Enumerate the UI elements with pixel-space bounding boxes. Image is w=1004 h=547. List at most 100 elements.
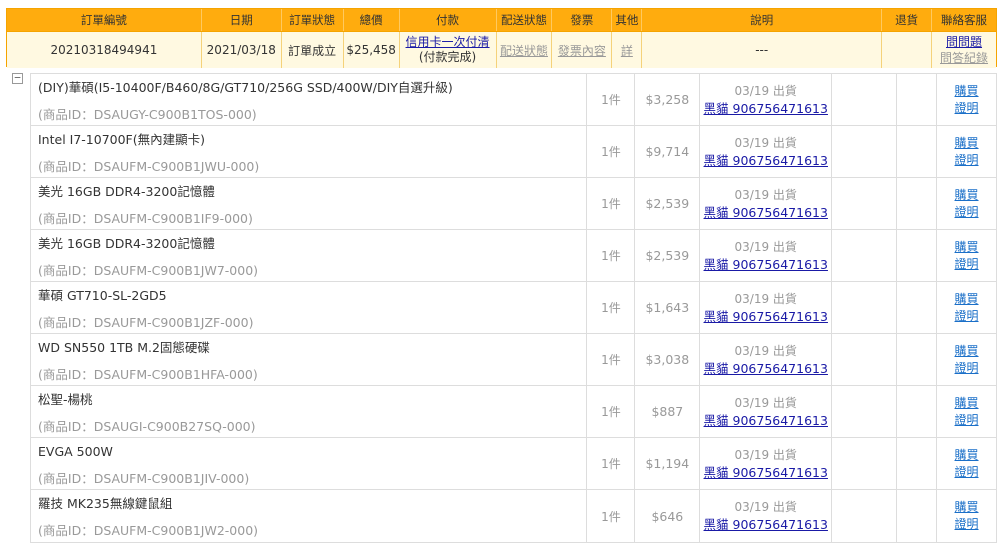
item-sku: (商品ID：DSAUGY-C900B1TOS-000) (38, 107, 257, 122)
item-sku: (商品ID：DSAUFM-C900B1IF9-000) (38, 211, 253, 226)
item-name-cell: 松聖-楊桃 (商品ID：DSAUGI-C900B27SQ-000) (31, 386, 588, 437)
payment-method-link[interactable]: 信用卡一次付清 (406, 35, 490, 50)
item-shipping-cell: 03/19 出貨 黑貓 906756471613 (700, 334, 833, 385)
col-invoice: 發票 (552, 9, 613, 31)
ship-date: 03/19 出貨 (734, 291, 797, 306)
purchase-proof-link[interactable]: 證明 (955, 464, 979, 481)
tracking-link[interactable]: 黑貓 906756471613 (704, 256, 828, 273)
purchase-proof-link[interactable]: 證明 (955, 204, 979, 221)
item-price: $9,714 (635, 126, 701, 177)
item-name-cell: WD SN550 1TB M.2固態硬碟 (商品ID：DSAUFM-C900B1… (31, 334, 588, 385)
invoice-cell: 發票內容 (552, 32, 613, 68)
item-name-cell: 華碩 GT710-SL-2GD5 (商品ID：DSAUFM-C900B1JZF-… (31, 282, 588, 333)
item-row: 羅技 MK235無線鍵鼠組 (商品ID：DSAUFM-C900B1JW2-000… (31, 490, 996, 542)
item-return-cell (897, 334, 938, 385)
tracking-link[interactable]: 黑貓 906756471613 (704, 204, 828, 221)
item-quantity: 1件 (587, 74, 636, 125)
item-name-cell: EVGA 500W (商品ID：DSAUFM-C900B1JIV-000) (31, 438, 588, 489)
purchase-proof-link[interactable]: 證明 (955, 308, 979, 325)
item-shipping-cell: 03/19 出貨 黑貓 906756471613 (700, 490, 833, 542)
item-row: 美光 16GB DDR4-3200記憶體 (商品ID：DSAUFM-C900B1… (31, 178, 996, 230)
buy-again-link[interactable]: 購買 (955, 239, 979, 256)
qa-history-link[interactable]: 問答紀錄 (940, 50, 988, 66)
ask-question-link[interactable]: 問問題 (946, 34, 982, 50)
item-name: 羅技 MK235無線鍵鼠組 (38, 496, 173, 511)
item-shipping-cell: 03/19 出貨 黑貓 906756471613 (700, 178, 833, 229)
tracking-link[interactable]: 黑貓 906756471613 (704, 464, 828, 481)
buy-again-link[interactable]: 購買 (955, 343, 979, 360)
item-shipping-cell: 03/19 出貨 黑貓 906756471613 (700, 386, 833, 437)
item-return-cell (897, 386, 938, 437)
ship-date: 03/19 出貨 (734, 239, 797, 254)
order-total: $25,458 (344, 32, 400, 68)
order-date: 2021/03/18 (202, 32, 282, 68)
purchase-proof-link[interactable]: 證明 (955, 152, 979, 169)
order-note: --- (642, 32, 883, 68)
tracking-link[interactable]: 黑貓 906756471613 (704, 308, 828, 325)
ship-date: 03/19 出貨 (734, 500, 797, 514)
item-row: 松聖-楊桃 (商品ID：DSAUGI-C900B27SQ-000) 1件 $88… (31, 386, 996, 438)
payment-status: (付款完成) (418, 50, 477, 64)
item-note-cell (832, 490, 898, 542)
item-return-cell (897, 178, 938, 229)
tracking-link[interactable]: 黑貓 906756471613 (704, 516, 828, 533)
buy-again-link[interactable]: 購買 (955, 291, 979, 308)
item-shipping-cell: 03/19 出貨 黑貓 906756471613 (700, 126, 833, 177)
tracking-link[interactable]: 黑貓 906756471613 (704, 100, 828, 117)
ship-date: 03/19 出貨 (734, 83, 797, 98)
purchase-proof-link[interactable]: 證明 (955, 412, 979, 429)
col-shipping-status: 配送狀態 (497, 9, 553, 31)
item-quantity: 1件 (587, 334, 636, 385)
item-actions-cell: 購買 證明 (937, 386, 996, 437)
item-name-cell: 美光 16GB DDR4-3200記憶體 (商品ID：DSAUFM-C900B1… (31, 178, 588, 229)
item-actions-cell: 購買 證明 (937, 334, 996, 385)
ship-date: 03/19 出貨 (734, 447, 797, 462)
item-name: Intel I7-10700F(無內建顯卡) (38, 132, 206, 147)
item-quantity: 1件 (587, 178, 636, 229)
item-quantity: 1件 (587, 386, 636, 437)
item-return-cell (897, 126, 938, 177)
item-sku: (商品ID：DSAUGI-C900B27SQ-000) (38, 419, 256, 434)
item-name: 華碩 GT710-SL-2GD5 (38, 288, 167, 303)
buy-again-link[interactable]: 購買 (955, 395, 979, 412)
return-cell (882, 32, 933, 68)
purchase-proof-link[interactable]: 證明 (955, 516, 979, 533)
buy-again-link[interactable]: 購買 (955, 187, 979, 204)
tracking-link[interactable]: 黑貓 906756471613 (704, 152, 828, 169)
item-sku: (商品ID：DSAUFM-C900B1HFA-000) (38, 367, 258, 382)
buy-again-link[interactable]: 購買 (955, 135, 979, 152)
purchase-proof-link[interactable]: 證明 (955, 360, 979, 377)
item-row: (DIY)華碩(I5-10400F/B460/8G/GT710/256G SSD… (31, 74, 996, 126)
item-name: 美光 16GB DDR4-3200記憶體 (38, 184, 215, 199)
item-price: $646 (635, 490, 701, 542)
purchase-proof-link[interactable]: 證明 (955, 100, 979, 117)
tracking-link[interactable]: 黑貓 906756471613 (704, 412, 828, 429)
shipping-status-cell: 配送狀態 (497, 32, 553, 68)
item-sku: (商品ID：DSAUFM-C900B1JW7-000) (38, 263, 259, 278)
invoice-link[interactable]: 發票內容 (558, 42, 606, 59)
buy-again-link[interactable]: 購買 (955, 499, 979, 516)
item-sku: (商品ID：DSAUFM-C900B1JW2-000) (38, 523, 259, 538)
order-info-row: 20210318494941 2021/03/18 訂單成立 $25,458 信… (7, 31, 996, 68)
item-price: $1,194 (635, 438, 701, 489)
item-note-cell (832, 178, 898, 229)
item-note-cell (832, 230, 898, 281)
item-note-cell (832, 334, 898, 385)
item-return-cell (897, 74, 938, 125)
item-actions-cell: 購買 證明 (937, 490, 996, 542)
ship-date: 03/19 出貨 (734, 343, 797, 358)
buy-again-link[interactable]: 購買 (955, 83, 979, 100)
shipping-status-link[interactable]: 配送狀態 (500, 42, 548, 59)
purchase-proof-link[interactable]: 證明 (955, 256, 979, 273)
item-price: $1,643 (635, 282, 701, 333)
ship-date: 03/19 出貨 (734, 395, 797, 410)
item-name: 松聖-楊桃 (38, 392, 93, 407)
item-name-cell: 美光 16GB DDR4-3200記憶體 (商品ID：DSAUFM-C900B1… (31, 230, 588, 281)
item-name-cell: 羅技 MK235無線鍵鼠組 (商品ID：DSAUFM-C900B1JW2-000… (31, 490, 588, 542)
tracking-link[interactable]: 黑貓 906756471613 (704, 360, 828, 377)
item-sku: (商品ID：DSAUFM-C900B1JZF-000) (38, 315, 254, 330)
collapse-toggle-icon[interactable]: − (12, 72, 23, 84)
buy-again-link[interactable]: 購買 (955, 447, 979, 464)
details-link[interactable]: 詳 (621, 42, 633, 59)
item-note-cell (832, 386, 898, 437)
